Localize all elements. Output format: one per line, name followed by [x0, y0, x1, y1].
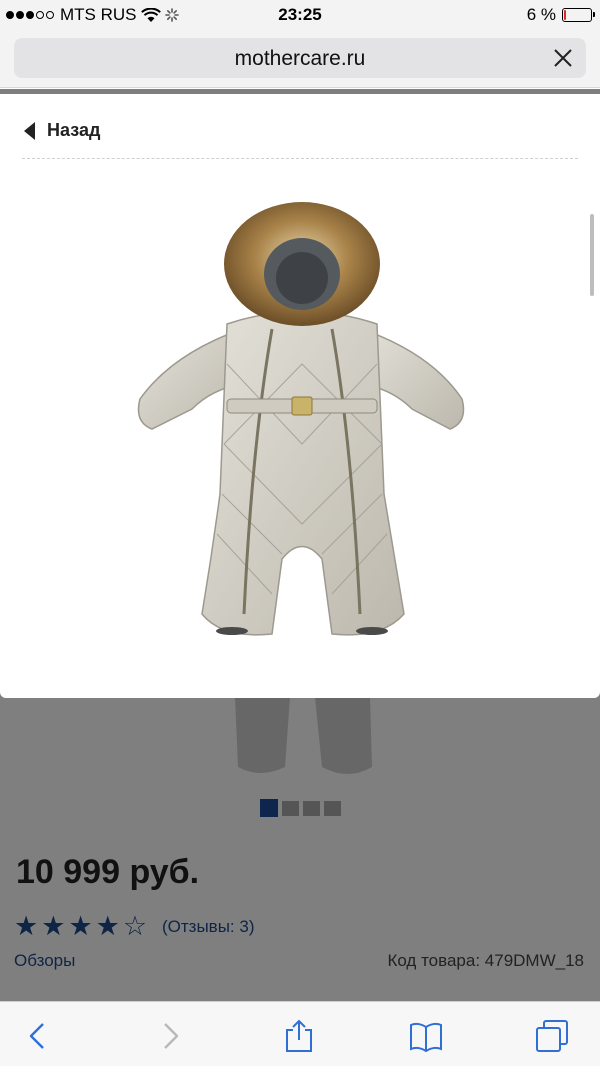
- battery-icon: [562, 8, 595, 22]
- bookmarks-icon[interactable]: [408, 1018, 444, 1054]
- close-icon[interactable]: [552, 47, 574, 69]
- back-label: Назад: [47, 120, 101, 140]
- status-right: 6 %: [526, 5, 595, 25]
- battery-percent: 6 %: [526, 5, 556, 24]
- url-field[interactable]: mothercare.ru: [14, 38, 586, 78]
- browser-toolbar: [0, 1001, 600, 1066]
- forward-nav-icon[interactable]: [152, 1018, 188, 1054]
- url-text: mothercare.ru: [234, 47, 366, 70]
- back-nav-icon[interactable]: [20, 1018, 56, 1054]
- divider: [22, 158, 578, 159]
- image-modal: Назад: [0, 94, 600, 698]
- tabs-icon[interactable]: [534, 1018, 570, 1054]
- back-arrow-icon: [24, 121, 35, 140]
- share-icon[interactable]: [281, 1018, 317, 1054]
- browser-header: mothercare.ru: [0, 30, 600, 88]
- product-image: [137, 202, 465, 636]
- status-time: 23:25: [278, 5, 322, 24]
- status-bar: MTS RUS 23:25 6 %: [0, 0, 600, 30]
- scrollbar[interactable]: [590, 214, 594, 296]
- back-button[interactable]: Назад: [24, 120, 100, 141]
